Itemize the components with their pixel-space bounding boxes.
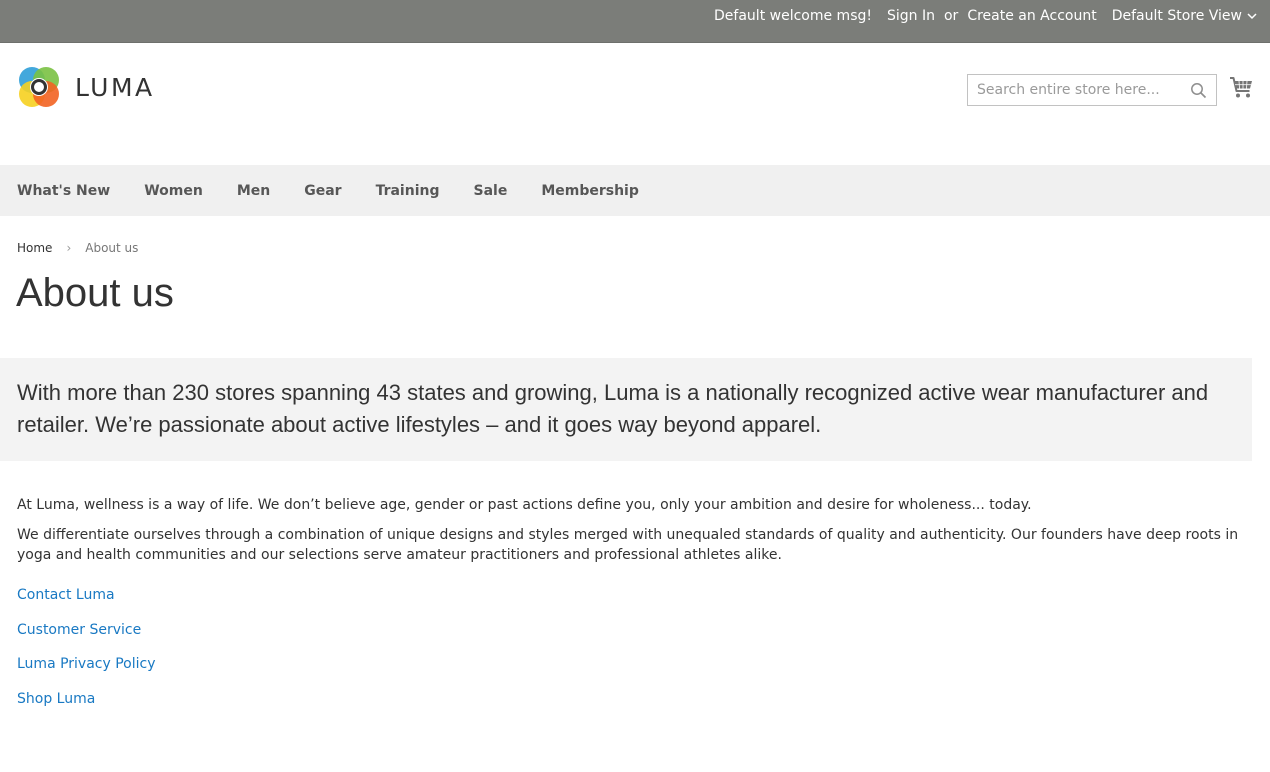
contact-luma-link[interactable]: Contact Luma <box>17 585 156 605</box>
welcome-message: Default welcome msg! <box>714 8 872 24</box>
sign-in-link[interactable]: Sign In <box>887 8 935 24</box>
logo-text: LUMA <box>75 72 155 102</box>
search-input[interactable] <box>968 75 1216 105</box>
nav-item-women[interactable]: Women <box>144 183 203 199</box>
privacy-policy-link[interactable]: Luma Privacy Policy <box>17 654 156 674</box>
breadcrumb-current: About us <box>85 241 139 255</box>
store-view-switcher[interactable]: Default Store View <box>1112 8 1258 24</box>
customer-service-link[interactable]: Customer Service <box>17 620 156 640</box>
breadcrumb-home-link[interactable]: Home <box>17 241 52 255</box>
nav-item-membership[interactable]: Membership <box>541 183 639 199</box>
luma-logo-icon <box>19 67 59 107</box>
cart-icon[interactable] <box>1229 76 1254 99</box>
nav-item-training[interactable]: Training <box>376 183 440 199</box>
top-bar: Default welcome msg! Sign In or Create a… <box>0 0 1270 43</box>
page-title: About us <box>16 271 174 315</box>
nav-item-sale[interactable]: Sale <box>473 183 507 199</box>
body-content: At Luma, wellness is a way of life. We d… <box>17 495 1242 575</box>
nav-item-whats-new[interactable]: What's New <box>17 183 110 199</box>
nav-item-gear[interactable]: Gear <box>304 183 341 199</box>
create-account-link[interactable]: Create an Account <box>967 8 1096 24</box>
search-icon[interactable] <box>1190 82 1207 99</box>
breadcrumb-separator-icon: › <box>66 241 72 255</box>
search-box <box>967 74 1217 106</box>
chevron-down-icon <box>1247 13 1257 20</box>
logo[interactable]: LUMA <box>17 65 155 109</box>
body-paragraph: At Luma, wellness is a way of life. We d… <box>17 497 1032 513</box>
nav-item-men[interactable]: Men <box>237 183 270 199</box>
store-view-label: Default Store View <box>1111 8 1242 24</box>
main-navigation: What's New Women Men Gear Training Sale … <box>0 165 1270 216</box>
header-links: Default welcome msg! Sign In or Create a… <box>714 0 1258 32</box>
shop-luma-link[interactable]: Shop Luma <box>17 689 156 709</box>
page-links: Contact Luma Customer Service Luma Priva… <box>17 585 156 723</box>
breadcrumb: Home › About us <box>17 241 138 255</box>
body-paragraph: We differentiate ourselves through a com… <box>17 527 1239 563</box>
intro-banner: With more than 230 stores spanning 43 st… <box>0 358 1252 461</box>
or-label: or <box>943 8 959 24</box>
